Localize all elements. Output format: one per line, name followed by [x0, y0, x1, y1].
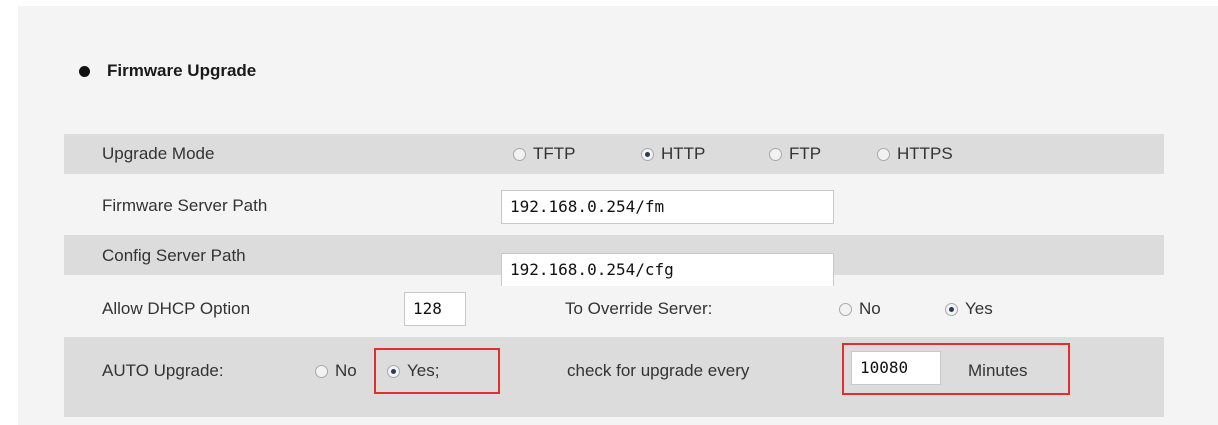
- firmware-server-path-row: Firmware Server Path 192.168.0.254/fm: [64, 183, 1164, 229]
- check-upgrade-label: check for upgrade every: [567, 361, 750, 380]
- bullet-icon: [79, 65, 90, 77]
- override-server-label: To Override Server:: [565, 299, 713, 318]
- auto-upgrade-yes-radio[interactable]: Yes;: [387, 361, 439, 381]
- upgrade-mode-row: Upgrade Mode TFTP HTTP FTP HTTPS: [64, 134, 1164, 174]
- auto-upgrade-label: AUTO Upgrade:: [102, 361, 224, 380]
- radio-off-icon: [877, 147, 890, 161]
- radio-off-icon: [513, 147, 526, 161]
- config-server-path-input[interactable]: 192.168.0.254/cfg: [501, 253, 834, 287]
- radio-off-icon: [315, 364, 328, 378]
- section-header: Firmware Upgrade: [79, 60, 256, 82]
- dhcp-option-input[interactable]: 128: [404, 292, 466, 326]
- firmware-server-path-input[interactable]: 192.168.0.254/fm: [501, 190, 834, 224]
- dhcp-option-row: Allow DHCP Option 128 To Override Server…: [64, 286, 1164, 332]
- upgrade-mode-https-radio[interactable]: HTTPS: [877, 144, 953, 164]
- auto-upgrade-no-radio[interactable]: No: [315, 361, 357, 381]
- section-title: Firmware Upgrade: [107, 61, 257, 80]
- radio-on-icon: [387, 364, 400, 378]
- config-server-path-row: Config Server Path 192.168.0.254/cfg: [64, 235, 1164, 287]
- upgrade-mode-http-radio[interactable]: HTTP: [641, 144, 705, 164]
- radio-on-icon: [945, 302, 958, 316]
- firmware-server-path-label: Firmware Server Path: [102, 196, 268, 215]
- radio-on-icon: [641, 147, 654, 161]
- upgrade-mode-label: Upgrade Mode: [102, 144, 215, 163]
- upgrade-mode-ftp-radio[interactable]: FTP: [769, 144, 821, 164]
- upgrade-mode-tftp-radio[interactable]: TFTP: [513, 144, 576, 164]
- config-server-path-label: Config Server Path: [102, 246, 246, 265]
- auto-upgrade-row: AUTO Upgrade: No Yes; check for upgrade …: [64, 337, 1164, 417]
- radio-off-icon: [769, 147, 782, 161]
- dhcp-option-label: Allow DHCP Option: [102, 299, 251, 318]
- upgrade-interval-input[interactable]: 10080: [851, 351, 941, 385]
- override-yes-radio[interactable]: Yes: [945, 299, 993, 319]
- override-no-radio[interactable]: No: [839, 299, 881, 319]
- radio-off-icon: [839, 302, 852, 316]
- interval-unit-label: Minutes: [968, 361, 1028, 380]
